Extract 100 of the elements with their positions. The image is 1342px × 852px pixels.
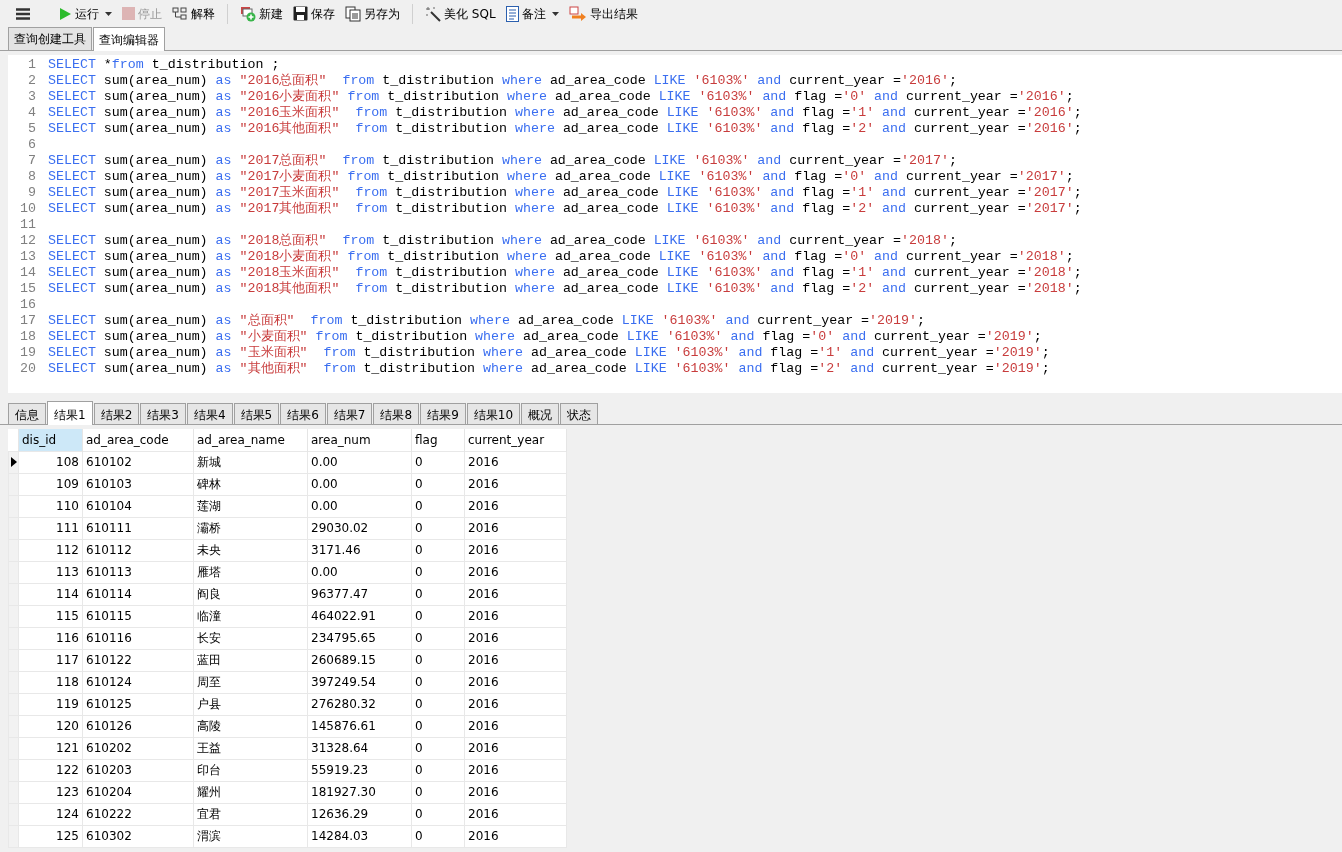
play-icon xyxy=(58,6,72,21)
table-cell: 0.00 xyxy=(307,451,412,473)
table-cell: 耀州 xyxy=(193,781,308,803)
tab[interactable]: 结果5 xyxy=(233,403,280,424)
table-cell: 111 xyxy=(18,517,83,539)
tab[interactable]: 结果6 xyxy=(280,403,326,424)
column-header[interactable]: ad_area_code xyxy=(82,429,194,451)
tab[interactable]: 结果7 xyxy=(326,403,373,424)
table-cell: 临潼 xyxy=(193,605,308,627)
toolbar-button[interactable]: 新建 xyxy=(236,2,287,25)
table-cell: 0 xyxy=(411,715,465,737)
line-number: 2 xyxy=(27,73,36,89)
column-header[interactable]: dis_id xyxy=(18,429,83,451)
table-cell: 碑林 xyxy=(193,473,308,495)
tab[interactable]: 结果10 xyxy=(466,403,521,424)
table-cell: 0 xyxy=(411,473,465,495)
caret-icon[interactable] xyxy=(551,11,559,16)
new-document-icon xyxy=(240,5,256,22)
table-cell: 2016 xyxy=(464,605,567,627)
tab[interactable]: 结果4 xyxy=(186,403,233,424)
table-cell: 260689.15 xyxy=(307,649,412,671)
table-cell: 0.00 xyxy=(307,561,412,583)
table-cell: 125 xyxy=(18,825,83,847)
table-cell: 610203 xyxy=(82,759,194,781)
tab[interactable]: 查询创建工具 xyxy=(8,27,92,50)
tab[interactable]: 结果8 xyxy=(373,403,420,424)
table-cell: 12636.29 xyxy=(307,803,412,825)
code-line: SELECT sum(area_num) as "其他面积" from t_distribution where ad_area_code LIKE '6103%' and flag ='2' and current_year ='2019'; xyxy=(48,361,1050,376)
table-cell: 14284.03 xyxy=(307,825,412,847)
toolbar-button[interactable]: 导出结果 xyxy=(564,2,642,25)
code-line: SELECT sum(area_num) as "2018其他面积" from t_distribution where ad_area_code LIKE '6103%' and flag ='2' and current_year ='2018'; xyxy=(48,281,1082,296)
table-cell: 0 xyxy=(411,451,465,473)
line-number: 13 xyxy=(19,249,36,265)
table-cell: 高陵 xyxy=(193,715,308,737)
table-cell: 145876.61 xyxy=(307,715,412,737)
table-cell: 渭滨 xyxy=(193,825,308,847)
tab[interactable]: 结果2 xyxy=(93,403,140,424)
column-header[interactable]: ad_area_name xyxy=(193,429,308,451)
tab[interactable]: 结果3 xyxy=(140,403,186,424)
table-cell: 464022.91 xyxy=(307,605,412,627)
code-line: SELECT sum(area_num) as "2017总面积" from t_distribution where ad_area_code LIKE '6103%' and current_year ='2017'; xyxy=(48,153,957,168)
tab[interactable]: 信息 xyxy=(8,403,46,424)
toolbar-button[interactable]: 美化 SQL xyxy=(421,2,500,25)
code-line: SELECT sum(area_num) as "2016玉米面积" from t_distribution where ad_area_code LIKE '6103%' and flag ='1' and current_year ='2016'; xyxy=(48,105,1082,120)
toolbar-button[interactable]: 备注 xyxy=(501,2,550,25)
table-cell: 2016 xyxy=(464,803,567,825)
table-cell: 未央 xyxy=(193,539,308,561)
table-cell: 0.00 xyxy=(307,495,412,517)
table-cell: 灞桥 xyxy=(193,517,308,539)
table-cell: 莲湖 xyxy=(193,495,308,517)
tab[interactable]: 查询编辑器 xyxy=(93,27,165,51)
table-cell: 0 xyxy=(411,517,465,539)
table-cell: 2016 xyxy=(464,759,567,781)
column-header[interactable]: flag xyxy=(411,429,465,451)
table-cell: 2016 xyxy=(464,561,567,583)
line-number: 19 xyxy=(19,345,36,361)
column-header[interactable]: area_num xyxy=(307,429,412,451)
tab[interactable]: 概况 xyxy=(521,403,560,424)
tab[interactable]: 结果9 xyxy=(420,403,466,424)
table-cell: 610111 xyxy=(82,517,194,539)
toolbar-button[interactable]: 保存 xyxy=(289,2,339,25)
table-cell: 雁塔 xyxy=(193,561,308,583)
table-cell: 0 xyxy=(411,803,465,825)
table-cell: 0 xyxy=(411,671,465,693)
table-cell: 610125 xyxy=(82,693,194,715)
table-cell: 0 xyxy=(411,825,465,847)
code-line: SELECT sum(area_num) as "玉米面积" from t_distribution where ad_area_code LIKE '6103%' and flag ='1' and current_year ='2019'; xyxy=(48,345,1050,360)
column-header[interactable]: current_year xyxy=(464,429,567,451)
toolbar-button[interactable]: 运行 xyxy=(54,2,103,25)
table-cell: 120 xyxy=(18,715,83,737)
table-cell: 0.00 xyxy=(307,473,412,495)
table-cell: 610104 xyxy=(82,495,194,517)
toolbar-button[interactable]: 另存为 xyxy=(341,2,404,25)
tab[interactable]: 结果1 xyxy=(47,401,93,425)
table-cell: 2016 xyxy=(464,649,567,671)
table-cell: 2016 xyxy=(464,737,567,759)
toolbar-button[interactable]: 解释 xyxy=(168,2,219,25)
table-cell: 2016 xyxy=(464,715,567,737)
table-cell: 王益 xyxy=(193,737,308,759)
table-cell: 116 xyxy=(18,627,83,649)
tab[interactable]: 状态 xyxy=(560,403,599,424)
row-pointer-icon xyxy=(11,457,17,467)
table-cell: 0 xyxy=(411,627,465,649)
table-cell: 113 xyxy=(18,561,83,583)
table-cell: 234795.65 xyxy=(307,627,412,649)
line-number: 16 xyxy=(19,297,36,313)
table-cell: 115 xyxy=(18,605,83,627)
code-line: SELECT sum(area_num) as "2018总面积" from t_distribution where ad_area_code LIKE '6103%' and current_year ='2018'; xyxy=(48,233,957,248)
code-line: SELECT sum(area_num) as "2018小麦面积" from t_distribution where ad_area_code LIKE '6103%' and flag ='0' and current_year ='2018'; xyxy=(48,249,1074,264)
line-number: 15 xyxy=(19,281,36,297)
caret-icon[interactable] xyxy=(105,11,112,16)
documents-icon xyxy=(345,5,361,22)
table-cell: 610126 xyxy=(82,715,194,737)
table-cell: 0 xyxy=(411,495,465,517)
row-selector[interactable] xyxy=(8,451,19,473)
table-cell: 610202 xyxy=(82,737,194,759)
table-cell: 0 xyxy=(411,737,465,759)
table-cell: 0 xyxy=(411,583,465,605)
code-line: SELECT *from t_distribution ; xyxy=(48,57,280,72)
table-cell: 108 xyxy=(18,451,83,473)
